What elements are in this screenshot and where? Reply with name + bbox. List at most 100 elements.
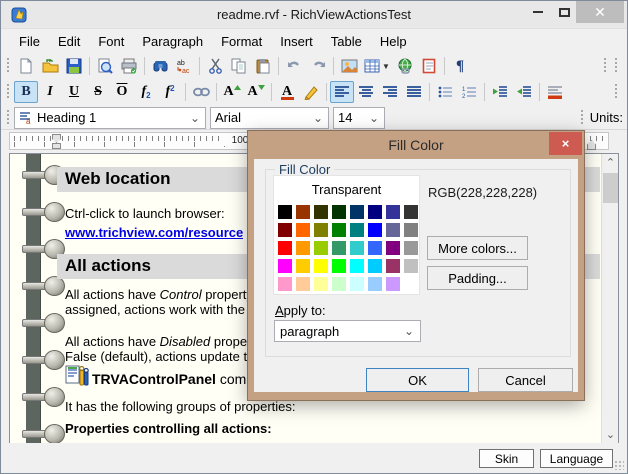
menu-item-insert[interactable]: Insert xyxy=(272,32,321,51)
color-swatch[interactable] xyxy=(350,205,364,219)
bold-icon[interactable]: B xyxy=(14,81,38,103)
color-swatch[interactable] xyxy=(386,259,400,273)
color-swatch[interactable] xyxy=(404,223,418,237)
insert-hyperlink-icon[interactable] xyxy=(393,55,417,77)
ok-button[interactable]: OK xyxy=(366,368,469,392)
insert-table-icon[interactable]: ▼ xyxy=(361,55,393,77)
menu-item-format[interactable]: Format xyxy=(213,32,270,51)
color-swatch[interactable] xyxy=(332,259,346,273)
color-swatch[interactable] xyxy=(332,241,346,255)
menu-item-table[interactable]: Table xyxy=(323,32,370,51)
outdent-icon[interactable] xyxy=(488,81,512,103)
shrink-font-icon[interactable]: A xyxy=(244,81,268,103)
color-swatch[interactable] xyxy=(296,205,310,219)
replace-icon[interactable]: abac xyxy=(172,55,196,77)
toolbar-grip[interactable] xyxy=(603,58,608,74)
scroll-up-icon[interactable]: ⌃ xyxy=(602,154,619,171)
maximize-button[interactable] xyxy=(552,1,576,23)
color-swatch[interactable] xyxy=(296,241,310,255)
resize-grip[interactable] xyxy=(614,460,624,470)
align-justify-icon[interactable] xyxy=(402,81,426,103)
cut-icon[interactable] xyxy=(203,55,227,77)
paragraph-marks-icon[interactable]: ¶ xyxy=(448,55,472,77)
toolbar-grip[interactable] xyxy=(6,58,11,74)
apply-to-combobox[interactable]: paragraph ⌄ xyxy=(274,320,421,342)
vertical-scrollbar[interactable]: ⌃ ⌄ xyxy=(601,154,618,443)
color-swatch[interactable] xyxy=(350,223,364,237)
color-swatch[interactable] xyxy=(278,241,292,255)
paragraph-fill-color-icon[interactable] xyxy=(543,81,567,103)
color-swatch[interactable] xyxy=(350,259,364,273)
color-swatch[interactable] xyxy=(296,223,310,237)
strikethrough-icon[interactable]: S xyxy=(86,81,110,103)
color-swatch[interactable] xyxy=(314,259,328,273)
find-icon[interactable] xyxy=(148,55,172,77)
open-icon[interactable] xyxy=(38,55,62,77)
color-swatch[interactable] xyxy=(404,205,418,219)
color-swatch[interactable] xyxy=(278,259,292,273)
toolbar-grip[interactable] xyxy=(580,110,585,126)
toolbar-grip[interactable] xyxy=(614,58,619,74)
left-indent-marker[interactable] xyxy=(52,143,61,149)
color-swatch[interactable] xyxy=(296,259,310,273)
dialog-close-button[interactable]: × xyxy=(549,132,582,155)
scroll-down-icon[interactable]: ⌄ xyxy=(602,426,619,443)
close-button[interactable]: ✕ xyxy=(576,1,624,23)
numbering-icon[interactable]: 12 xyxy=(457,81,481,103)
menu-item-help[interactable]: Help xyxy=(372,32,415,51)
style-conversion-icon[interactable] xyxy=(189,81,213,103)
toolbar-grip[interactable] xyxy=(6,110,11,126)
menu-item-edit[interactable]: Edit xyxy=(50,32,88,51)
color-swatch[interactable] xyxy=(368,205,382,219)
bullets-icon[interactable] xyxy=(433,81,457,103)
highlight-icon[interactable] xyxy=(299,81,323,103)
color-swatch[interactable] xyxy=(404,241,418,255)
color-swatch[interactable] xyxy=(278,205,292,219)
align-right-icon[interactable] xyxy=(378,81,402,103)
grow-font-icon[interactable]: A xyxy=(220,81,244,103)
font-combobox[interactable]: Arial ⌄ xyxy=(210,107,329,129)
color-swatch[interactable] xyxy=(332,205,346,219)
cancel-button[interactable]: Cancel xyxy=(478,368,573,392)
print-icon[interactable] xyxy=(117,55,141,77)
color-swatch[interactable] xyxy=(314,241,328,255)
color-swatch[interactable] xyxy=(368,241,382,255)
color-swatch[interactable] xyxy=(386,277,400,291)
new-document-icon[interactable] xyxy=(14,55,38,77)
print-preview-icon[interactable] xyxy=(93,55,117,77)
color-swatch[interactable] xyxy=(368,277,382,291)
copy-icon[interactable] xyxy=(227,55,251,77)
color-swatch[interactable] xyxy=(386,241,400,255)
paste-icon[interactable] xyxy=(251,55,275,77)
color-swatch[interactable] xyxy=(332,277,346,291)
more-colors-button[interactable]: More colors... xyxy=(427,236,528,260)
scrollbar-thumb[interactable] xyxy=(603,173,618,203)
align-left-icon[interactable] xyxy=(330,81,354,103)
overline-icon[interactable]: O xyxy=(110,81,134,103)
color-swatch[interactable] xyxy=(350,241,364,255)
size-combobox[interactable]: 14 ⌄ xyxy=(333,107,385,129)
subscript-icon[interactable]: f2 xyxy=(134,81,158,103)
color-swatch[interactable] xyxy=(278,277,292,291)
menu-item-file[interactable]: File xyxy=(11,32,48,51)
underline-icon[interactable]: U xyxy=(62,81,86,103)
transparent-option[interactable]: Transparent xyxy=(276,178,417,201)
insert-document-icon[interactable] xyxy=(417,55,441,77)
skin-button[interactable]: Skin xyxy=(479,449,534,468)
menu-item-font[interactable]: Font xyxy=(90,32,132,51)
toolbar-grip[interactable] xyxy=(614,84,619,100)
align-center-icon[interactable] xyxy=(354,81,378,103)
document-hyperlink[interactable]: www.trichview.com/resource xyxy=(65,225,243,240)
color-swatch[interactable] xyxy=(314,277,328,291)
color-swatch[interactable] xyxy=(386,223,400,237)
indent-icon[interactable] xyxy=(512,81,536,103)
superscript-icon[interactable]: f2 xyxy=(158,81,182,103)
color-swatch[interactable] xyxy=(350,277,364,291)
color-swatch[interactable] xyxy=(368,223,382,237)
color-swatch[interactable] xyxy=(404,277,418,291)
toolbar-grip[interactable] xyxy=(6,84,11,100)
padding-button[interactable]: Padding... xyxy=(427,266,528,290)
color-swatch[interactable] xyxy=(404,259,418,273)
italic-icon[interactable]: I xyxy=(38,81,62,103)
color-swatch[interactable] xyxy=(314,223,328,237)
